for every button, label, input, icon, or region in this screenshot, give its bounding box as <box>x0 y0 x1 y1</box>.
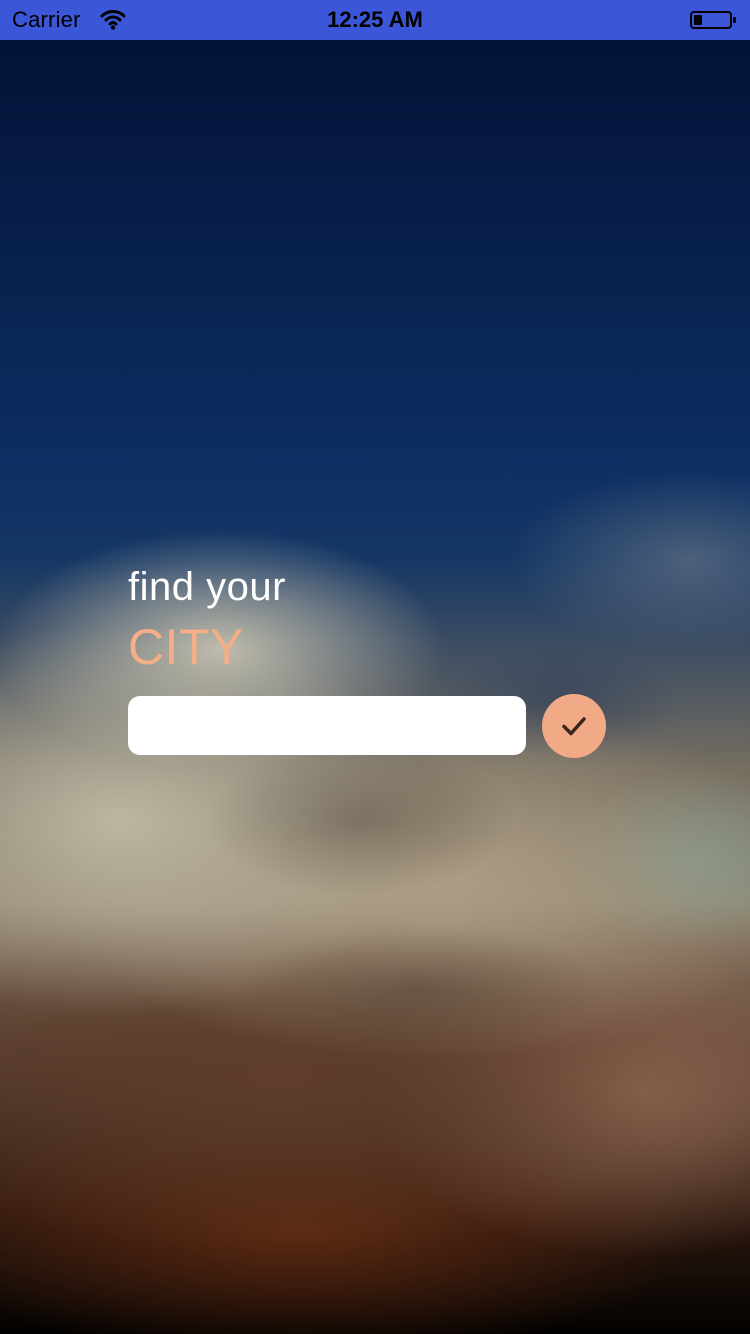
city-input[interactable] <box>128 696 526 755</box>
city-search-form: find your CITY <box>128 564 628 784</box>
checkmark-icon <box>562 717 586 736</box>
city-search-screen: Carrier 12:25 AM find your CITY <box>0 0 750 1334</box>
find-your-label: find your <box>128 565 286 609</box>
city-heading: CITY <box>128 619 244 675</box>
submit-city-button[interactable] <box>542 694 606 758</box>
battery-icon <box>690 11 736 29</box>
status-time: 12:25 AM <box>327 7 423 32</box>
status-bar: Carrier 12:25 AM <box>0 0 750 40</box>
